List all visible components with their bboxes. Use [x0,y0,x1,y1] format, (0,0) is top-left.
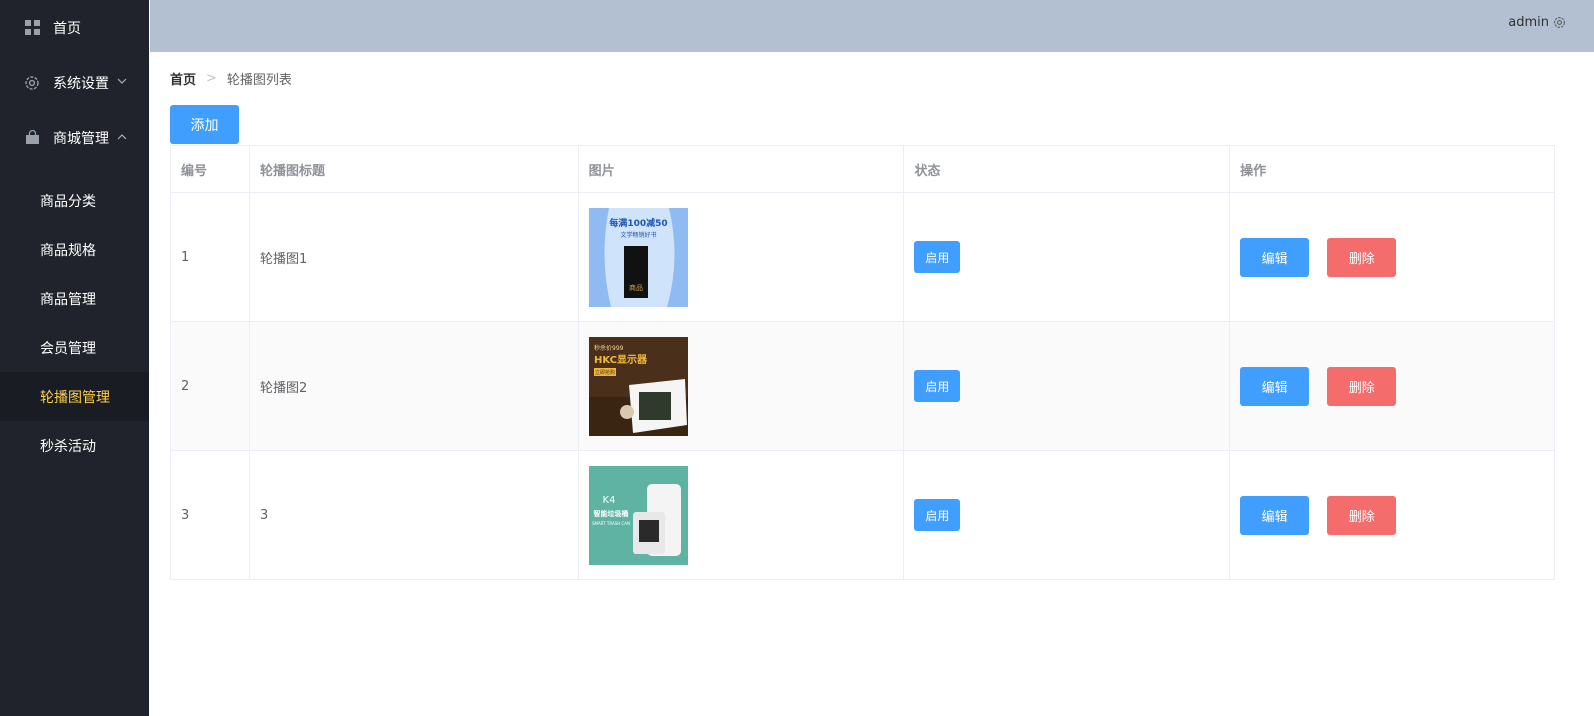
carousel-thumbnail: 每满100减50 文学畅销好书 商品 [588,207,688,307]
sidebar-item-label: 商品分类 [40,193,96,210]
add-button[interactable]: 添加 [170,105,239,144]
sidebar-item-label: 会员管理 [40,340,96,357]
nav-home[interactable]: 首页 [0,0,149,55]
carousel-thumbnail: 秒杀价999 HKC显示器 立即抢购 [588,336,688,436]
cell-id: 2 [170,321,250,451]
breadcrumb: 首页 > 轮播图列表 [170,69,1574,88]
main-content: 首页 > 轮播图列表 添加 编号 轮播图标题 图片 状态 操作 1 轮播图1 每… [150,52,1594,716]
sidebar-item-category[interactable]: 商品分类 [0,176,149,225]
cell-status: 启用 [903,450,1231,580]
cell-image: K4 智能垃圾桶 SMART TRASH CAN [577,450,905,580]
thumbnail-text: 秒杀价999 [594,344,624,352]
carousel-table: 编号 轮播图标题 图片 状态 操作 1 轮播图1 每满100减50 文学畅销好书… [170,145,1555,580]
thumbnail-text: K4 [602,495,615,506]
status-button[interactable]: 启用 [914,241,961,273]
thumbnail-text: 立即抢购 [595,369,615,376]
column-header-title: 轮播图标题 [248,145,579,193]
sidebar-item-label: 商品管理 [40,291,96,308]
cell-image: 秒杀价999 HKC显示器 立即抢购 [577,321,905,451]
sidebar-item-carousel[interactable]: 轮播图管理 [0,372,149,421]
cell-title: 轮播图1 [248,192,579,322]
thumbnail-text: SMART TRASH CAN [592,521,630,526]
chevron-down-icon [117,77,127,88]
cell-title: 轮播图2 [248,321,579,451]
sidebar-item-label: 商品规格 [40,242,96,259]
cell-actions: 编辑 删除 [1229,450,1555,580]
mall-submenu: 商品分类 商品规格 商品管理 会员管理 轮播图管理 秒杀活动 [0,176,149,470]
column-header-id: 编号 [170,145,250,193]
thumbnail-text: 每满100减50 [609,217,667,229]
nav-settings-label: 系统设置 [53,75,109,92]
cell-title: 3 [248,450,579,580]
shopping-bag-icon [24,130,40,146]
sidebar-item-goods[interactable]: 商品管理 [0,274,149,323]
edit-button[interactable]: 编辑 [1240,366,1310,406]
column-header-status: 状态 [903,145,1231,193]
user-menu[interactable]: admin [1508,15,1566,30]
table-header-row: 编号 轮播图标题 图片 状态 操作 [170,145,1555,193]
carousel-thumbnail: K4 智能垃圾桶 SMART TRASH CAN [588,465,688,565]
breadcrumb-home[interactable]: 首页 [170,69,196,88]
delete-button[interactable]: 删除 [1327,495,1397,535]
breadcrumb-separator: > [206,70,217,86]
cell-id: 3 [170,450,250,580]
thumbnail-text: 智能垃圾桶 [593,509,628,518]
status-button[interactable]: 启用 [914,499,961,531]
sidebar-item-label: 轮播图管理 [40,389,110,406]
sidebar-item-member[interactable]: 会员管理 [0,323,149,372]
nav-settings[interactable]: 系统设置 [0,55,149,110]
cell-actions: 编辑 删除 [1229,321,1555,451]
delete-button[interactable]: 删除 [1327,237,1397,277]
sidebar-item-spec[interactable]: 商品规格 [0,225,149,274]
delete-button[interactable]: 删除 [1327,366,1397,406]
table-row: 1 轮播图1 每满100减50 文学畅销好书 商品 启用 编辑 删除 [170,192,1555,322]
cell-id: 1 [170,192,250,322]
nav-mall[interactable]: 商城管理 [0,110,149,165]
grid-icon [24,20,40,36]
table-row: 3 3 K4 智能垃圾桶 SMART TRASH CAN 启用 编辑 删除 [170,450,1555,580]
nav-mall-label: 商城管理 [53,130,109,147]
edit-button[interactable]: 编辑 [1240,495,1310,535]
sidebar-item-label: 秒杀活动 [40,438,96,455]
table-row: 2 轮播图2 秒杀价999 HKC显示器 立即抢购 启用 编辑 删除 [170,321,1555,451]
top-header: admin [150,0,1594,52]
edit-button[interactable]: 编辑 [1240,237,1310,277]
cell-actions: 编辑 删除 [1229,192,1555,322]
sidebar-item-seckill[interactable]: 秒杀活动 [0,421,149,470]
nav-home-label: 首页 [53,20,81,37]
breadcrumb-current: 轮播图列表 [226,72,292,88]
cell-status: 启用 [903,321,1231,451]
thumbnail-text: 文学畅销好书 [620,231,656,239]
cell-status: 启用 [903,192,1231,322]
column-header-image: 图片 [577,145,905,193]
status-button[interactable]: 启用 [914,370,961,402]
chevron-up-icon [117,132,127,143]
gear-icon [24,75,40,91]
column-header-actions: 操作 [1229,145,1555,193]
username: admin [1508,15,1549,30]
cell-image: 每满100减50 文学畅销好书 商品 [577,192,905,322]
thumbnail-text: 商品 [629,283,643,292]
sidebar: 首页 系统设置 商城管理 商品分类 商品规格 商品管理 会员管理 轮播图管理 秒… [0,0,149,716]
gear-icon [1553,16,1566,29]
thumbnail-text: HKC显示器 [594,354,648,366]
